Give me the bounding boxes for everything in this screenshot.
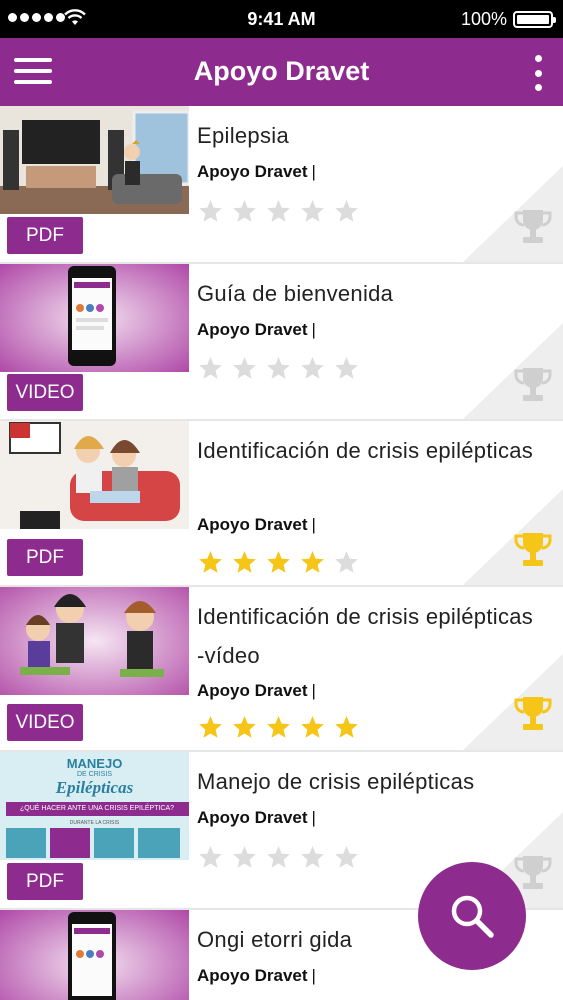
status-bar: 9:41 AM 100%	[0, 0, 563, 38]
star-filled-icon[interactable]	[232, 715, 257, 739]
list-item[interactable]: VIDEO Guía de bienvenida Apoyo Dravet |	[0, 264, 563, 421]
item-thumbnail	[0, 587, 189, 695]
list-item[interactable]: PDF Epilepsia Apoyo Dravet |	[0, 106, 563, 264]
item-thumbnail	[0, 910, 189, 1000]
item-title: Identificación de crisis epilépticas	[197, 438, 534, 463]
item-title: Manejo de crisis epilépticas	[197, 769, 475, 794]
list-item[interactable]: PDF Identificación de crisis epilépticas…	[0, 421, 563, 587]
star-empty-icon[interactable]	[232, 356, 257, 380]
item-author: Apoyo Dravet |	[197, 162, 316, 182]
pdf-badge: PDF	[7, 217, 83, 254]
star-empty-icon[interactable]	[334, 199, 359, 223]
thumb-question: ¿QUÉ HACER ANTE UNA CRISIS EPILÉPTICA?	[6, 802, 189, 816]
thumb-subheading: DE CRISIS	[76, 771, 112, 778]
star-filled-icon[interactable]	[334, 715, 359, 739]
trophy-icon	[512, 529, 554, 576]
star-empty-icon[interactable]	[334, 356, 359, 380]
star-empty-icon[interactable]	[266, 356, 291, 380]
author-separator: |	[311, 320, 316, 339]
thumb-heading: MANEJO	[66, 756, 123, 771]
star-empty-icon[interactable]	[198, 356, 223, 380]
author-separator: |	[311, 515, 316, 534]
pdf-badge: PDF	[7, 863, 83, 900]
battery-percent: 100%	[460, 9, 507, 29]
item-thumbnail	[0, 264, 189, 372]
list-item[interactable]: VIDEO Identificación de crisis epiléptic…	[0, 587, 563, 752]
star-empty-icon[interactable]	[334, 845, 359, 869]
rating-stars[interactable]	[198, 715, 359, 739]
author-name: Apoyo Dravet	[197, 966, 308, 985]
star-filled-icon[interactable]	[266, 715, 291, 739]
video-badge: VIDEO	[7, 704, 83, 741]
item-author: Apoyo Dravet |	[197, 966, 316, 986]
trophy-icon	[512, 693, 554, 740]
rating-stars[interactable]	[198, 845, 359, 869]
item-thumbnail	[0, 106, 189, 214]
search-icon	[451, 895, 494, 938]
more-vertical-icon[interactable]	[531, 55, 545, 91]
item-author: Apoyo Dravet |	[197, 515, 316, 535]
page-title: Apoyo Dravet	[193, 56, 370, 86]
star-empty-icon[interactable]	[198, 199, 223, 223]
item-author: Apoyo Dravet |	[197, 320, 316, 340]
star-filled-icon[interactable]	[198, 550, 223, 574]
item-title: Guía de bienvenida	[197, 281, 394, 306]
author-name: Apoyo Dravet	[197, 162, 308, 181]
star-empty-icon[interactable]	[266, 199, 291, 223]
battery-icon	[513, 11, 556, 28]
author-name: Apoyo Dravet	[197, 808, 308, 827]
star-empty-icon[interactable]	[232, 199, 257, 223]
star-empty-icon[interactable]	[232, 845, 257, 869]
star-empty-icon[interactable]	[300, 845, 325, 869]
rating-stars[interactable]	[198, 356, 359, 380]
star-empty-icon[interactable]	[198, 845, 223, 869]
author-name: Apoyo Dravet	[197, 681, 308, 700]
author-name: Apoyo Dravet	[197, 515, 308, 534]
star-filled-icon[interactable]	[232, 550, 257, 574]
star-filled-icon[interactable]	[198, 715, 223, 739]
rating-stars[interactable]	[198, 550, 359, 574]
trophy-icon	[512, 206, 554, 253]
search-button[interactable]	[418, 862, 526, 970]
rating-stars[interactable]	[198, 199, 359, 223]
app-bar: Apoyo Dravet	[0, 38, 563, 106]
star-empty-icon[interactable]	[266, 845, 291, 869]
author-separator: |	[311, 966, 316, 985]
star-filled-icon[interactable]	[300, 550, 325, 574]
video-badge: VIDEO	[7, 374, 83, 411]
author-separator: |	[311, 162, 316, 181]
author-name: Apoyo Dravet	[197, 320, 308, 339]
star-filled-icon[interactable]	[300, 715, 325, 739]
item-author: Apoyo Dravet |	[197, 808, 316, 828]
item-title: Epilepsia	[197, 123, 289, 148]
thumb-script: Epilépticas	[55, 778, 134, 797]
star-empty-icon[interactable]	[300, 199, 325, 223]
star-filled-icon[interactable]	[266, 550, 291, 574]
item-author: Apoyo Dravet |	[197, 681, 316, 701]
trophy-icon	[512, 364, 554, 411]
star-empty-icon[interactable]	[334, 550, 359, 574]
pdf-badge: PDF	[7, 539, 83, 576]
item-thumbnail	[0, 421, 189, 529]
item-thumbnail: MANEJO DE CRISIS Epilépticas ¿QUÉ HACER …	[0, 752, 189, 860]
star-empty-icon[interactable]	[300, 356, 325, 380]
author-separator: |	[311, 808, 316, 827]
author-separator: |	[311, 681, 316, 700]
